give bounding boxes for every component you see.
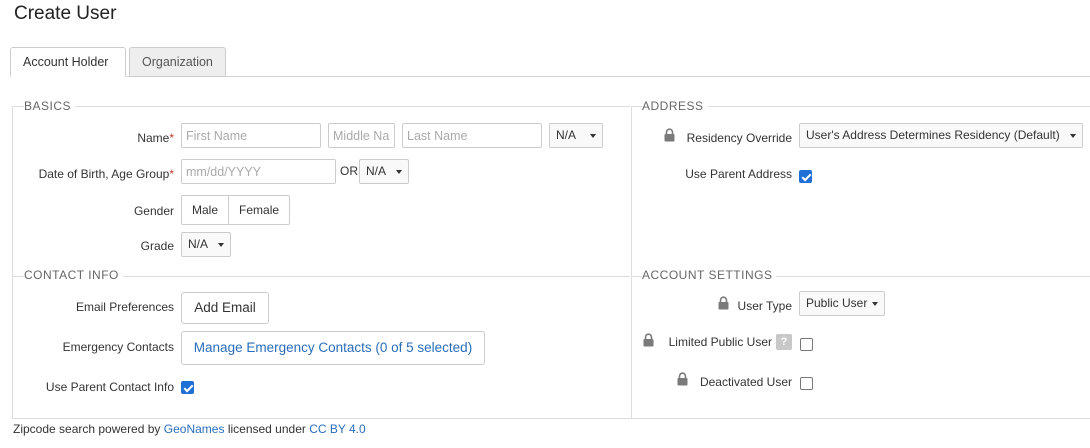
deactivated-user-label: Deactivated User [699,375,792,389]
use-parent-contact-checkbox[interactable] [181,381,194,394]
cc-by-license-link[interactable]: CC BY 4.0 [309,422,365,436]
panel-border [12,418,1090,419]
use-parent-address-checkbox[interactable] [799,170,812,183]
chevron-down-icon [1070,134,1076,138]
chevron-down-icon [396,170,402,174]
tab-organization[interactable]: Organization [129,47,226,77]
grade-select[interactable]: N/A [181,232,231,257]
dob-label: Date of Birth, Age Group* [38,167,174,181]
residency-override-label: Residency Override [686,131,792,145]
emergency-contacts-label: Emergency Contacts [62,340,174,354]
user-type-select[interactable]: Public User [799,291,885,316]
help-icon[interactable]: ? [776,334,792,350]
gender-label: Gender [133,204,174,218]
manage-emergency-contacts-button[interactable]: Manage Emergency Contacts (0 of 5 select… [181,331,485,365]
residency-override-select[interactable]: User's Address Determines Residency (Def… [799,123,1083,148]
required-mark: * [169,131,174,145]
middle-name-input[interactable] [328,123,395,148]
geonames-link[interactable]: GeoNames [164,422,225,436]
gender-female-option[interactable]: Female [228,196,289,224]
tab-account-holder[interactable]: Account Holder [10,47,126,77]
page-title: Create User [14,3,117,24]
limited-public-user-checkbox[interactable] [800,338,813,351]
email-preferences-label: Email Preferences [75,300,174,314]
use-parent-address-label: Use Parent Address [685,167,792,181]
limited-public-user-label: Limited Public User [668,335,772,349]
section-title-account-settings: ACCOUNT SETTINGS [642,268,777,282]
chevron-down-icon [872,302,878,306]
chevron-down-icon [218,243,224,247]
chevron-down-icon [590,134,596,138]
add-email-button[interactable]: Add Email [181,292,269,324]
panel-border [12,106,13,419]
section-title-address: ADDRESS [642,99,708,113]
use-parent-contact-label: Use Parent Contact Info [45,380,174,394]
section-title-basics: BASICS [24,99,76,113]
section-rule [12,106,630,107]
name-label: Name* [137,131,174,145]
dob-input[interactable] [181,159,336,184]
gender-toggle: Male Female [181,195,291,225]
grade-label: Grade [140,239,174,253]
first-name-input[interactable] [181,123,321,148]
age-group-select[interactable]: N/A [359,159,409,184]
footer-attribution: Zipcode search powered by GeoNames licen… [13,422,366,436]
column-divider [631,106,632,419]
suffix-select[interactable]: N/A [549,123,603,148]
gender-male-option[interactable]: Male [182,196,228,224]
required-mark: * [169,167,174,181]
or-text: OR [340,164,358,178]
deactivated-user-checkbox[interactable] [800,377,813,390]
section-title-contact-info: CONTACT INFO [24,268,123,282]
last-name-input[interactable] [402,123,542,148]
user-type-label: User Type [737,299,792,313]
